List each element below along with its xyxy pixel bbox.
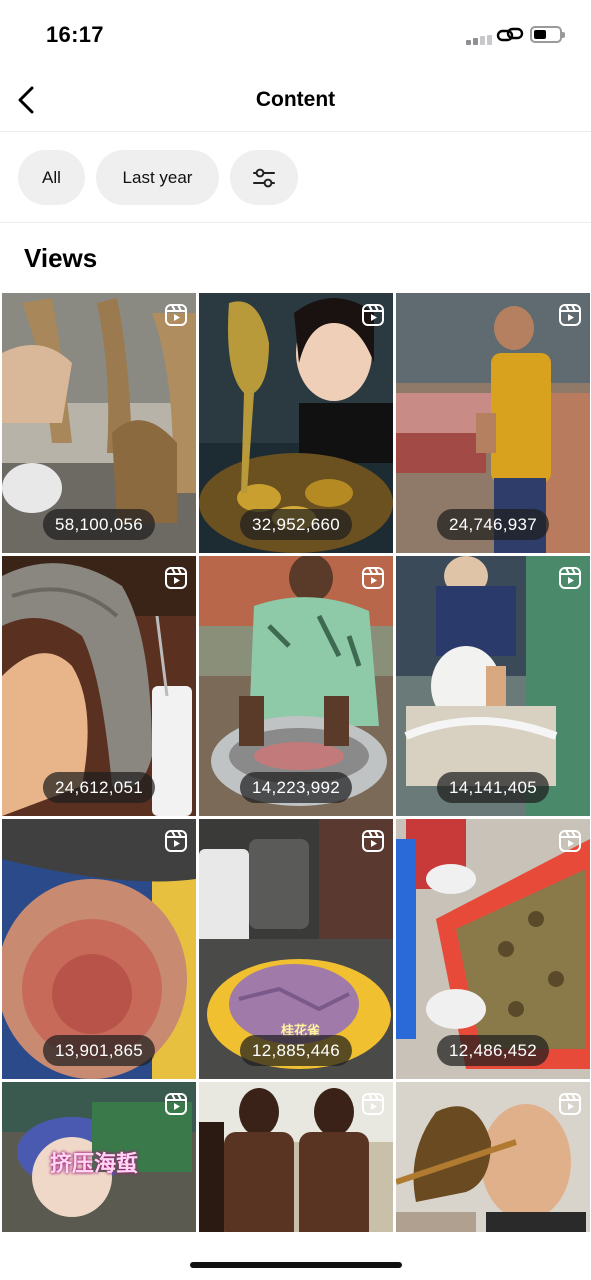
reels-icon [165,567,187,589]
reel-thumbnail[interactable]: 58,100,056 [2,293,196,553]
status-bar: 16:17 [0,0,591,70]
filter-chip-last-year[interactable]: Last year [96,150,219,205]
reels-icon [362,304,384,326]
reel-thumbnail[interactable]: 挤压海蜇 [2,1082,196,1232]
reel-thumbnail[interactable]: 32,952,660 [199,293,393,553]
reel-thumbnail[interactable] [396,1082,590,1232]
signal-icon [466,35,494,45]
view-count-badge: 24,612,051 [42,772,156,803]
video-caption-text: 挤压海蜇 [50,1151,139,1176]
filter-chip-all[interactable]: All [18,150,85,205]
reels-icon [362,1093,384,1115]
hotspot-link-icon [496,27,524,42]
view-count-badge: 58,100,056 [42,509,156,540]
nav-header: Content [0,70,591,132]
reels-icon [165,304,187,326]
reel-thumbnail[interactable] [199,1082,393,1232]
view-count-badge: 12,885,446 [239,1035,353,1066]
status-time: 16:17 [46,22,104,47]
view-count-badge: 14,141,405 [436,772,550,803]
reels-icon [559,1093,581,1115]
view-count-badge: 32,952,660 [239,509,353,540]
reel-thumbnail[interactable]: 桂花雀 12,885,446 [199,819,393,1079]
reels-icon [559,567,581,589]
reels-icon [165,830,187,852]
view-count-badge: 24,746,937 [436,509,550,540]
reel-thumbnail[interactable]: 12,486,452 [396,819,590,1079]
reels-icon [165,1093,187,1115]
reels-icon [362,567,384,589]
home-indicator[interactable] [190,1262,402,1268]
view-count-badge: 12,486,452 [436,1035,550,1066]
reel-thumbnail[interactable]: 24,612,051 [2,556,196,816]
reels-icon [362,830,384,852]
filter-settings-button[interactable] [230,150,298,205]
reel-thumbnail[interactable]: 13,901,865 [2,819,196,1079]
section-title-views: Views [24,243,98,273]
reel-thumbnail[interactable]: 24,746,937 [396,293,590,553]
view-count-badge: 13,901,865 [42,1035,156,1066]
view-count-badge: 14,223,992 [239,772,353,803]
sliders-icon [253,168,275,187]
reel-thumbnail[interactable]: 14,141,405 [396,556,590,816]
reel-thumbnail[interactable]: 14,223,992 [199,556,393,816]
reels-icon [559,830,581,852]
filter-bar: All Last year [0,133,591,223]
content-grid: 58,100,056 32,952,660 24,746,937 24,612,… [0,293,591,1233]
page-title: Content [255,88,336,111]
reels-icon [559,304,581,326]
battery-icon [530,26,565,43]
